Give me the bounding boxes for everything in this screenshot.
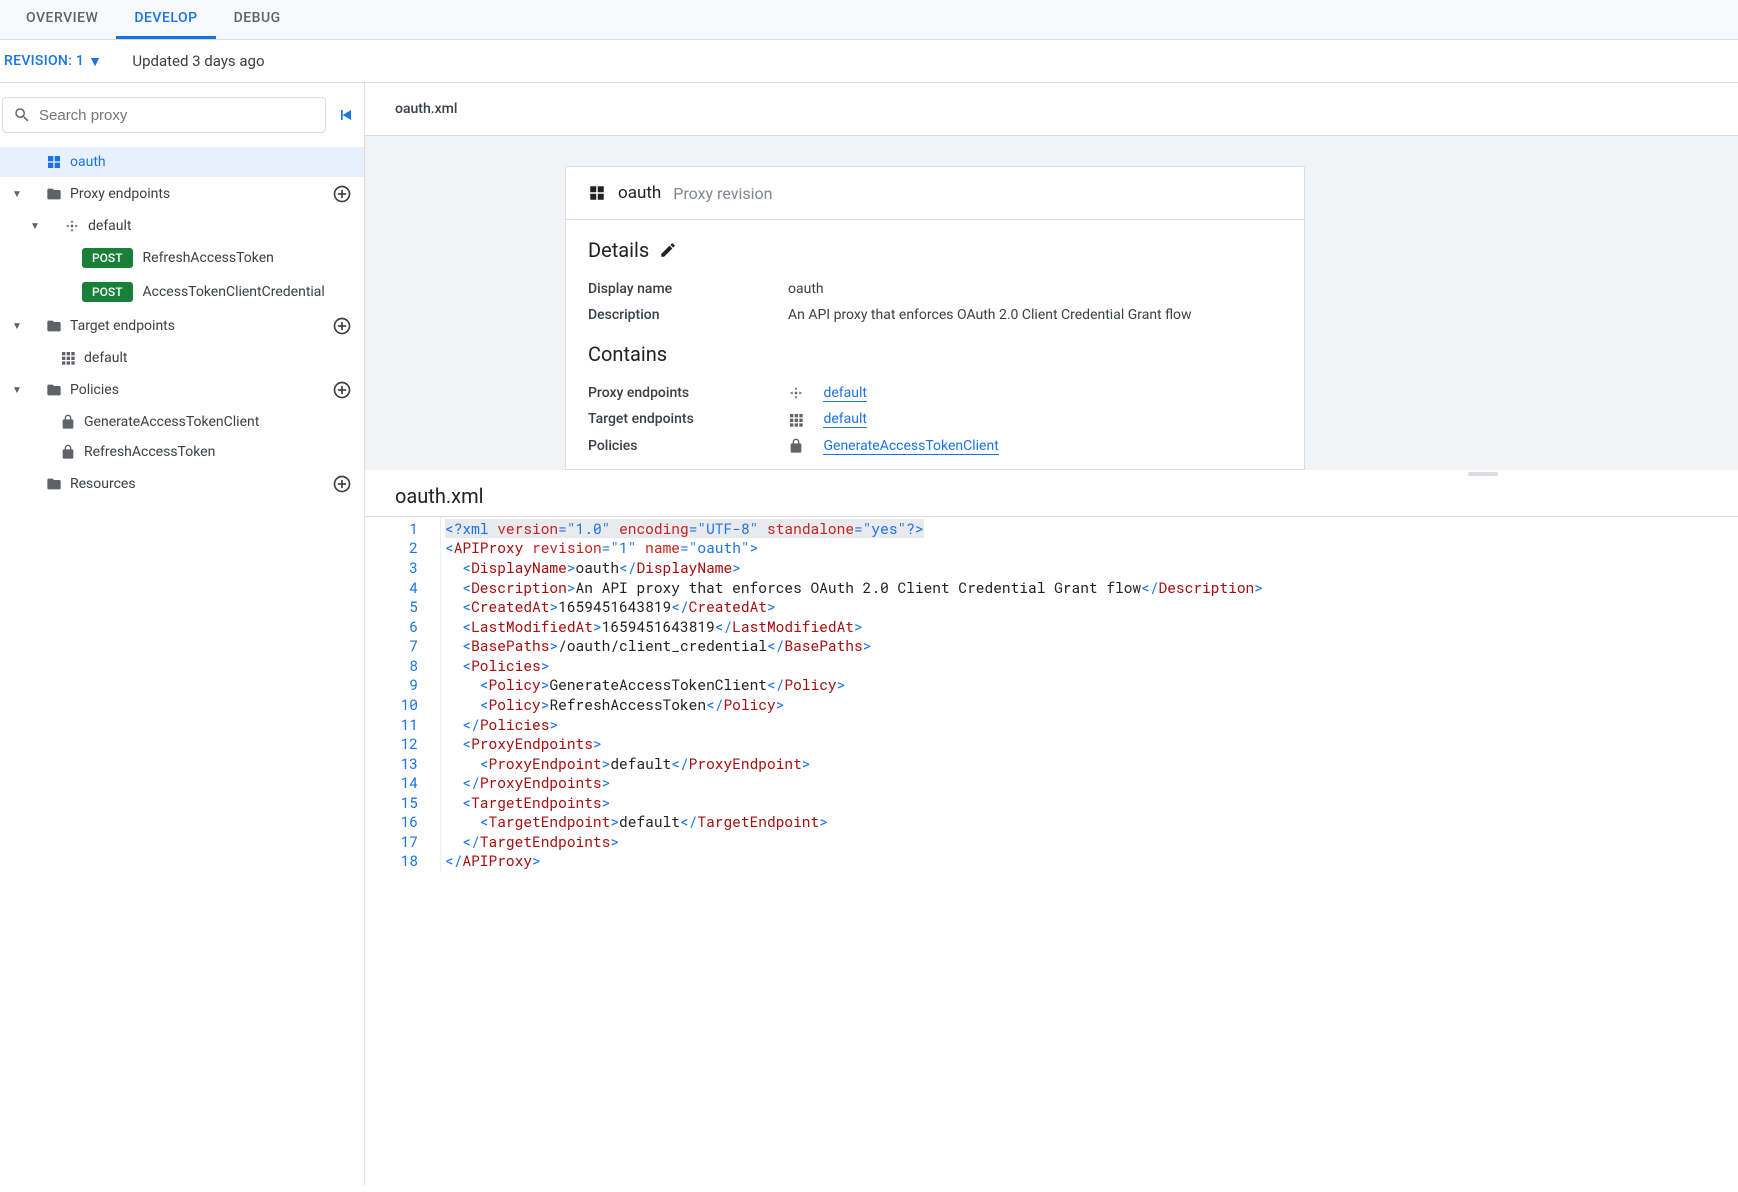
grid-icon: [788, 412, 810, 428]
method-badge: POST: [82, 282, 133, 302]
search-input[interactable]: [39, 107, 315, 124]
tree-policies[interactable]: ▼ Policies: [0, 373, 364, 407]
grid-icon: [58, 350, 78, 366]
editor-filename: oauth.xml: [365, 470, 1738, 516]
lock-icon: [58, 444, 78, 460]
edit-details-button[interactable]: [659, 241, 677, 259]
description-key: Description: [588, 307, 788, 323]
contains-heading: Contains: [588, 342, 667, 366]
tree-label: RefreshAccessToken: [143, 250, 274, 266]
tab-overview[interactable]: OVERVIEW: [8, 0, 116, 39]
folder-icon: [44, 186, 64, 202]
search-box[interactable]: [2, 97, 326, 133]
tree-root-oauth[interactable]: oauth: [0, 147, 364, 177]
chevron-down-icon: ▼: [88, 53, 102, 70]
detail-area: oauth Proxy revision Details Display nam…: [365, 136, 1738, 470]
code-editor[interactable]: 123456789101112131415161718 <?xml versio…: [365, 516, 1738, 873]
add-policy-button[interactable]: [332, 380, 352, 400]
code-body[interactable]: <?xml version="1.0" encoding="UTF-8" sta…: [441, 517, 1738, 873]
te-link[interactable]: default: [823, 411, 867, 428]
updated-text: Updated 3 days ago: [132, 52, 264, 70]
add-target-endpoint-button[interactable]: [332, 316, 352, 336]
tab-develop[interactable]: DEVELOP: [116, 0, 215, 39]
tree-label: RefreshAccessToken: [84, 444, 352, 460]
tree-label: Target endpoints: [70, 318, 332, 334]
endpoint-icon: [788, 385, 810, 401]
add-resource-button[interactable]: [332, 474, 352, 494]
folder-icon: [44, 476, 64, 492]
description-value: An API proxy that enforces OAuth 2.0 Cli…: [788, 307, 1282, 323]
proxy-icon: [44, 154, 64, 170]
tree-pe-default[interactable]: ▼ default: [0, 211, 364, 241]
folder-icon: [44, 382, 64, 398]
tree-flow-accesstoken[interactable]: POST AccessTokenClientCredential: [0, 275, 364, 309]
proxy-tree: oauth ▼ Proxy endpoints ▼ default: [0, 147, 364, 501]
tree-label: default: [84, 350, 352, 366]
revision-bar: REVISION: 1 ▼ Updated 3 days ago: [0, 40, 1738, 83]
pol-key: Policies: [588, 438, 788, 454]
details-heading: Details: [588, 238, 649, 262]
tree-label: default: [88, 218, 352, 234]
tree-label: GenerateAccessTokenClient: [84, 414, 352, 430]
revision-label-text: REVISION: 1: [4, 53, 84, 69]
tree-label: Resources: [70, 476, 332, 492]
expand-icon[interactable]: ▼: [8, 189, 26, 200]
line-gutter: 123456789101112131415161718: [365, 517, 441, 873]
tree-proxy-endpoints[interactable]: ▼ Proxy endpoints: [0, 177, 364, 211]
tree-label: Proxy endpoints: [70, 186, 332, 202]
pe-key: Proxy endpoints: [588, 385, 788, 401]
resize-handle[interactable]: [1468, 472, 1498, 476]
tree-label: AccessTokenClientCredential: [143, 284, 325, 300]
folder-icon: [44, 318, 64, 334]
tree-te-default[interactable]: default: [0, 343, 364, 373]
tree-root-label: oauth: [70, 154, 352, 170]
top-tabs: OVERVIEW DEVELOP DEBUG: [0, 0, 1738, 40]
endpoint-icon: [62, 218, 82, 234]
collapse-sidebar-icon[interactable]: [336, 105, 356, 125]
display-name-key: Display name: [588, 281, 788, 297]
search-icon: [13, 106, 31, 124]
expand-icon[interactable]: ▼: [8, 385, 26, 396]
tree-target-endpoints[interactable]: ▼ Target endpoints: [0, 309, 364, 343]
revision-selector[interactable]: REVISION: 1 ▼: [4, 53, 102, 70]
tree-policy-refresh[interactable]: RefreshAccessToken: [0, 437, 364, 467]
method-badge: POST: [82, 248, 133, 268]
add-proxy-endpoint-button[interactable]: [332, 184, 352, 204]
expand-icon[interactable]: ▼: [8, 321, 26, 332]
lock-icon: [58, 414, 78, 430]
expand-icon[interactable]: ▼: [26, 221, 44, 232]
detail-card: oauth Proxy revision Details Display nam…: [565, 166, 1305, 470]
proxy-subtitle: Proxy revision: [673, 184, 772, 203]
proxy-icon: [588, 184, 606, 202]
pol-link[interactable]: GenerateAccessTokenClient: [823, 438, 998, 455]
tree-resources[interactable]: Resources: [0, 467, 364, 501]
display-name-value: oauth: [788, 281, 1282, 297]
proxy-name: oauth: [618, 183, 661, 203]
file-tab[interactable]: oauth.xml: [365, 83, 1738, 136]
tree-flow-refresh[interactable]: POST RefreshAccessToken: [0, 241, 364, 275]
tree-policy-generate[interactable]: GenerateAccessTokenClient: [0, 407, 364, 437]
tree-label: Policies: [70, 382, 332, 398]
proxy-navigator: oauth ▼ Proxy endpoints ▼ default: [0, 83, 365, 1185]
lock-icon: [788, 438, 810, 454]
tab-debug[interactable]: DEBUG: [216, 0, 299, 39]
pe-link[interactable]: default: [823, 385, 867, 402]
te-key: Target endpoints: [588, 411, 788, 427]
